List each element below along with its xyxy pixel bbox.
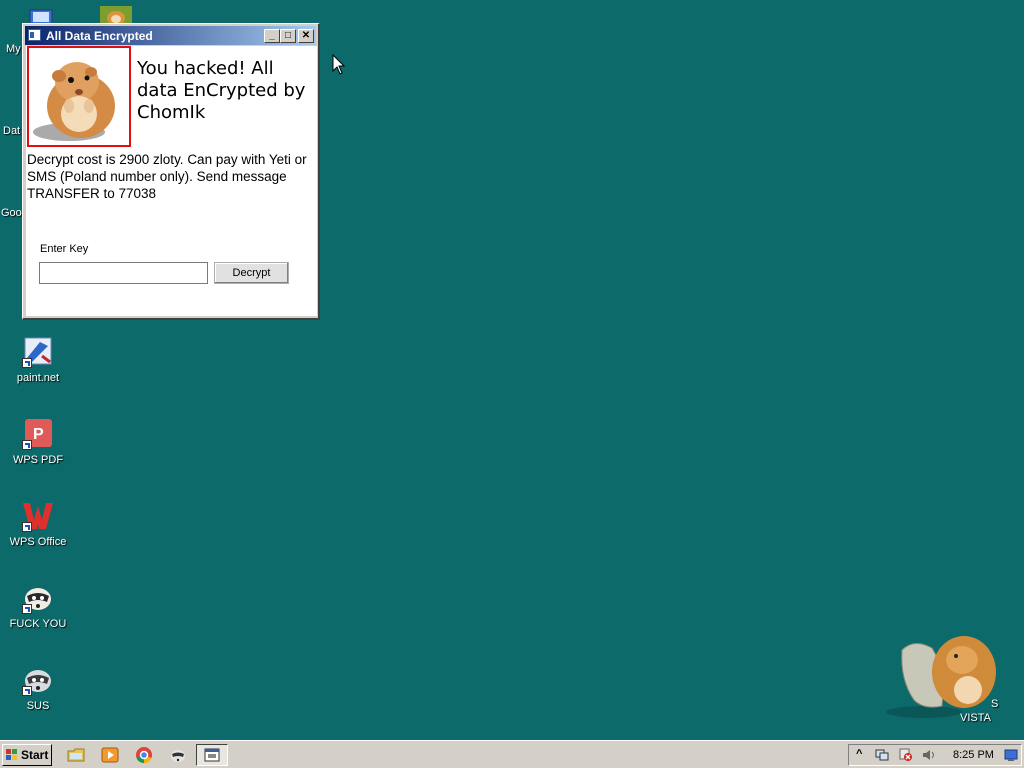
desktop-icon-label: paint.net [16,372,60,384]
ransom-headline: You hacked! All data EnCrypted by ChomIk [137,58,306,123]
system-tray: ^ 8:25 PM [848,744,1022,766]
desktop-icon-label: WPS Office [9,536,67,548]
hamster-image [27,46,131,147]
key-input[interactable] [39,262,208,284]
maximize-icon: □ [284,30,292,41]
close-button[interactable]: ✕ [298,29,314,43]
key-label: Enter Key [40,243,89,255]
window-titlebar[interactable]: All Data Encrypted _ □ ✕ [25,26,316,45]
desktop-partial-label-data: Dat [3,125,21,137]
chrome-icon[interactable] [135,746,153,764]
ransom-message: Decrypt cost is 2900 zloty. Can pay with… [27,152,307,201]
raccoon-icon [22,664,54,696]
start-button[interactable]: Start [2,744,52,766]
window-app-icon[interactable] [28,29,41,41]
security-alert-icon[interactable] [899,748,913,762]
taskbar-clock[interactable]: 8:25 PM [953,749,994,761]
taskbar-active-window[interactable] [196,744,228,766]
hamster-photo [33,62,115,141]
start-label: Start [21,748,49,762]
show-desktop-icon[interactable] [1004,748,1018,762]
desktop-overlay-text-vista: VISTA [960,712,991,724]
desktop-icon-label: SUS [26,700,50,712]
desktop-icon-label: WPS PDF [12,454,64,466]
windows-flag-icon [6,749,17,760]
hamster-icon [100,6,132,25]
volume-icon[interactable] [922,748,936,762]
wps-office-icon [22,500,54,532]
raccoon-taskbar-icon[interactable] [169,746,187,764]
desktop-icon-wps-office[interactable]: WPS Office [0,500,76,548]
desktop-icon-sus[interactable]: SUS [0,664,76,712]
minimize-button[interactable]: _ [264,29,280,43]
maximize-button[interactable]: □ [280,29,296,43]
desktop-icon-hamster-top[interactable] [100,6,132,25]
window-app-icon [204,748,220,762]
window-client-area: You hacked! All data EnCrypted by ChomIk… [26,46,317,316]
raccoon-icon [22,582,54,614]
close-icon: ✕ [301,30,311,41]
minimize-icon: _ [269,30,275,41]
wps-pdf-icon: P [22,418,54,450]
desktop-icon-wps-pdf[interactable]: P WPS PDF [0,418,76,466]
network-icon[interactable] [875,748,889,762]
desktop-partial-label-my: My [6,43,21,55]
taskbar: Start ^ 8:25 PM [0,740,1024,768]
desktop-icon-raccoon[interactable]: FUCK YOU [0,582,76,630]
window-title: All Data Encrypted [46,29,153,43]
tray-expand-button[interactable]: ^ [856,748,862,760]
desktop-partial-label-google: Goo [1,207,22,219]
desktop-icon-label: FUCK YOU [9,618,67,630]
desktop-icon-paintnet[interactable]: paint.net [0,336,76,384]
mouse-cursor-icon [332,54,346,75]
paintnet-icon [22,336,54,368]
desktop-overlay-text-s: S [991,698,999,710]
hamster-shell-icon [886,636,996,718]
folder-icon[interactable] [67,746,85,764]
desktop-corner-hamster: S VISTA [884,630,1004,725]
svg-text:P: P [33,426,44,443]
ransom-window: All Data Encrypted _ □ ✕ You hacked! All… [22,23,320,320]
media-player-icon[interactable] [101,746,119,764]
decrypt-button[interactable]: Decrypt [214,262,289,284]
